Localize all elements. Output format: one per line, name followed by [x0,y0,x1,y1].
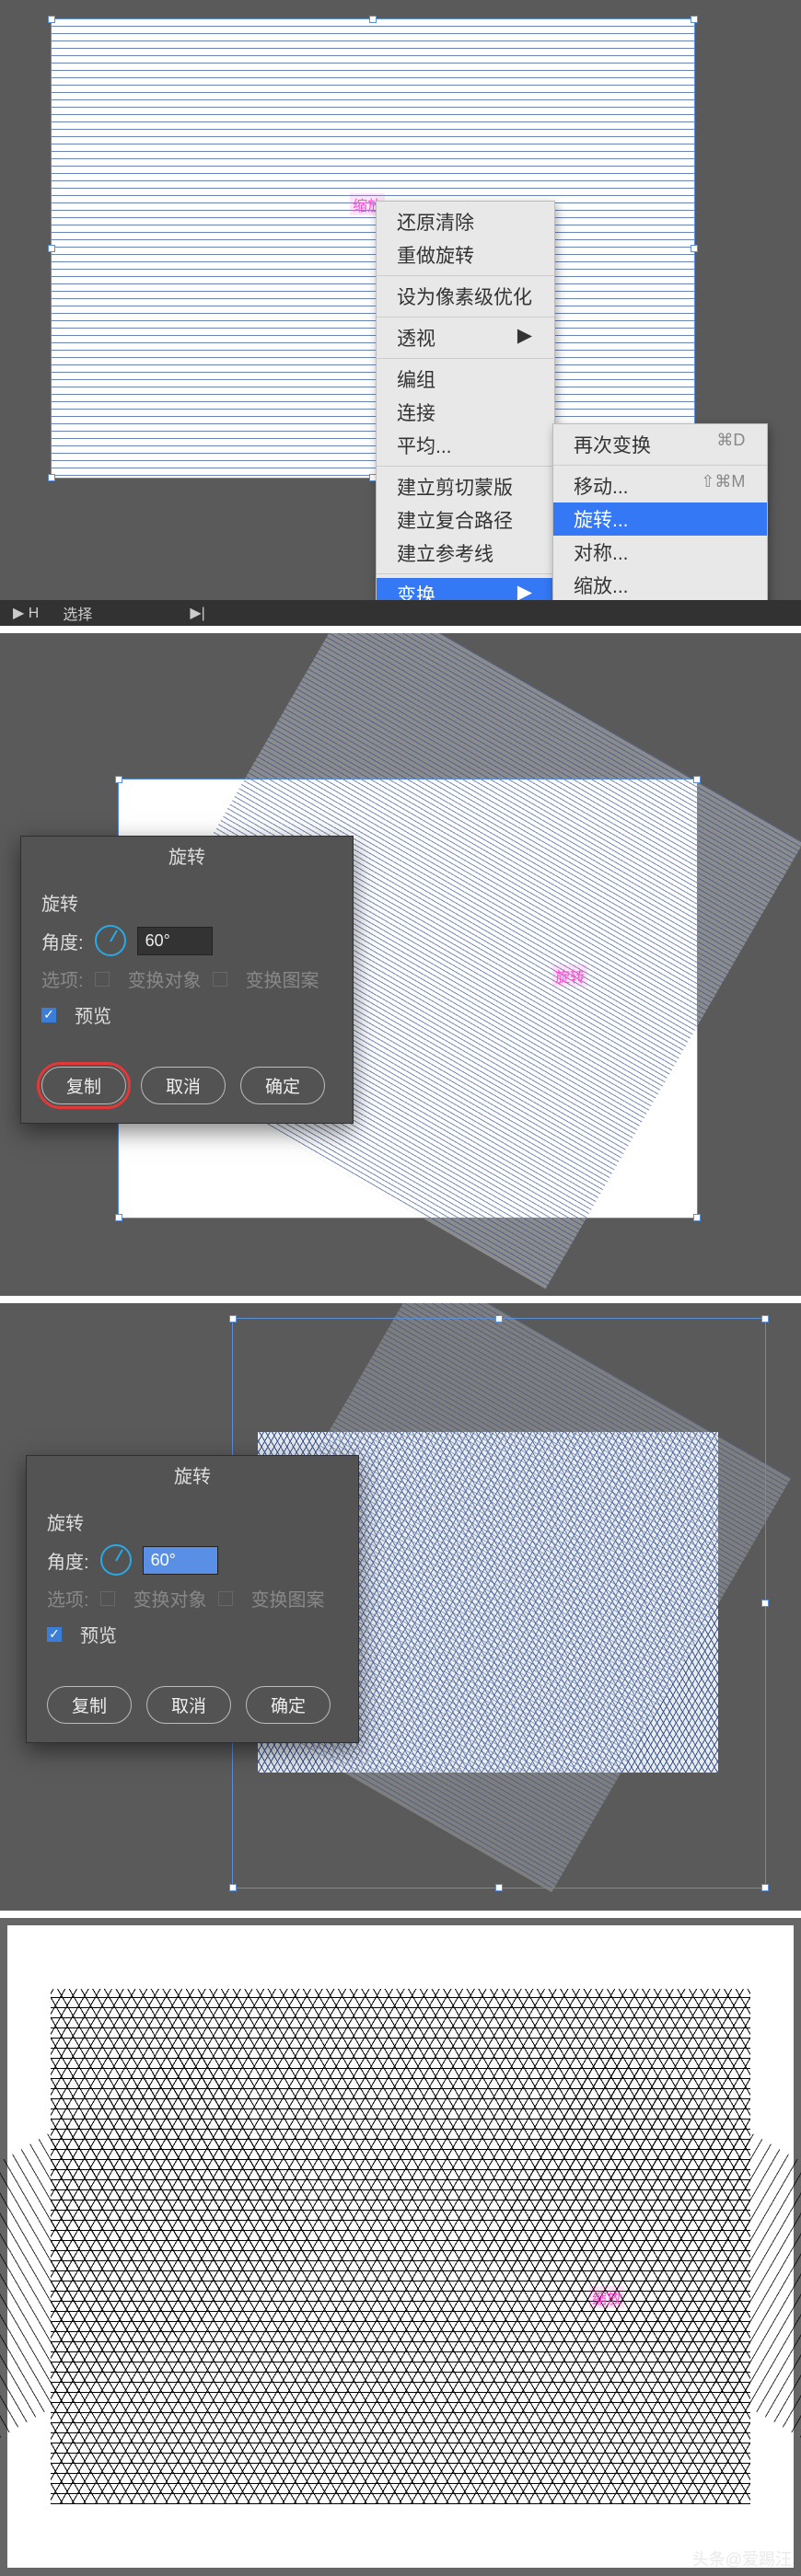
handle-icon[interactable] [48,474,55,481]
handle-icon[interactable] [48,16,55,23]
handle-icon[interactable] [229,1315,237,1323]
screenshot-3: 旋转 旋转 角度: 选项: 变换对象 变换图案 ✓ 预览 复制 取消 确定 [0,1303,801,1911]
status-bar: ▶ H 选择 ▶| [0,600,801,626]
ok-button[interactable]: 确定 [240,1067,325,1104]
mi-rotate[interactable]: 旋转... [553,502,767,536]
mi-move[interactable]: 移动...⇧⌘M [553,469,767,502]
screenshot-1: 缩放 还原清除 重做旋转 设为像素级优化 透视▶ 编组 连接 平均... 建立剪… [0,0,801,626]
mi-transform-again[interactable]: 再次变换⌘D [553,428,767,461]
artboard [7,1925,794,2568]
handle-icon[interactable] [229,1884,237,1891]
handle-icon[interactable] [48,245,55,252]
mi-clip-mask[interactable]: 建立剪切蒙版 [377,470,554,503]
context-menu[interactable]: 还原清除 重做旋转 设为像素级优化 透视▶ 编组 连接 平均... 建立剪切蒙版… [376,201,555,626]
opt-transform-patterns: 变换图案 [246,965,319,992]
handle-icon[interactable] [761,1315,769,1323]
section-label: 旋转 [47,1508,338,1535]
copy-button[interactable]: 复制 [47,1686,132,1724]
angle-input[interactable] [143,1546,218,1575]
watermark: 头条@爱踢汪 [692,2547,792,2570]
cancel-button[interactable]: 取消 [141,1067,226,1104]
screenshot-4: 缩放 头条@爱踢汪 [0,1918,801,2576]
opt-transform-objects: 变换对象 [134,1585,207,1611]
dialog-title: 旋转 [27,1456,358,1494]
checkbox-icon [95,972,110,987]
angle-label: 角度: [47,1547,89,1574]
mi-pixel-optimize[interactable]: 设为像素级优化 [377,280,554,313]
ok-button[interactable]: 确定 [246,1686,331,1724]
angle-input[interactable] [137,927,213,955]
handle-icon[interactable] [761,1600,769,1607]
handle-icon[interactable] [495,1884,503,1891]
options-label: 选项: [41,965,84,992]
mi-scale[interactable]: 缩放... [553,569,767,602]
status-tool-label: 选择 [63,602,92,624]
checkbox-icon[interactable]: ✓ [47,1627,62,1642]
menu-separator [377,573,554,574]
mi-join[interactable]: 连接 [377,396,554,429]
selection-box[interactable] [51,18,695,479]
angle-label: 角度: [41,928,84,954]
options-label: 选项: [47,1585,89,1611]
preview-label[interactable]: 预览 [80,1621,117,1647]
angle-knob-icon[interactable] [100,1544,132,1576]
status-play[interactable]: ▶| [190,604,204,622]
rotate-dialog[interactable]: 旋转 旋转 角度: 选项: 变换对象 变换图案 ✓ 预览 复制 取消 确定 [20,836,354,1124]
transform-submenu[interactable]: 再次变换⌘D 移动...⇧⌘M 旋转... 对称... 缩放... 倾斜... … [552,423,768,626]
mi-guides[interactable]: 建立参考线 [377,537,554,570]
handle-icon[interactable] [115,1214,122,1221]
preview-label[interactable]: 预览 [75,1001,111,1028]
handle-icon[interactable] [691,245,698,252]
checkbox-icon [218,1591,233,1606]
mi-reflect[interactable]: 对称... [553,536,767,569]
dialog-title: 旋转 [21,837,353,874]
screenshot-2: 旋转 旋转 旋转 角度: 选项: 变换对象 变换图案 ✓ 预览 复制 取消 确定 [0,633,801,1296]
copy-button[interactable]: 复制 [41,1067,126,1104]
menu-separator [377,317,554,318]
opt-transform-objects: 变换对象 [128,965,202,992]
menu-separator [553,465,767,466]
checkbox-icon[interactable]: ✓ [41,1008,56,1022]
section-label: 旋转 [41,889,332,916]
mi-undo[interactable]: 还原清除 [377,205,554,238]
handle-icon[interactable] [369,16,377,23]
mi-average[interactable]: 平均... [377,429,554,462]
checkbox-icon [213,972,227,987]
mi-redo[interactable]: 重做旋转 [377,238,554,271]
status-mode[interactable]: ▶ H [13,604,39,622]
menu-separator [377,466,554,467]
mi-compound-path[interactable]: 建立复合路径 [377,503,554,537]
rotate-dialog[interactable]: 旋转 旋转 角度: 选项: 变换对象 变换图案 ✓ 预览 复制 取消 确定 [26,1455,359,1743]
menu-separator [377,358,554,359]
cancel-button[interactable]: 取消 [146,1686,231,1724]
handle-icon[interactable] [693,1214,701,1221]
cursor-label: 旋转 [552,965,587,987]
opt-transform-patterns: 变换图案 [251,1585,325,1611]
mi-perspective[interactable]: 透视▶ [377,321,554,354]
handle-icon[interactable] [115,776,122,783]
handle-icon[interactable] [693,776,701,783]
menu-separator [377,275,554,276]
mi-group[interactable]: 编组 [377,363,554,396]
handle-icon[interactable] [761,1884,769,1891]
handle-icon[interactable] [495,1315,503,1323]
handle-icon[interactable] [691,16,698,23]
cursor-label: 缩放 [589,2286,624,2308]
angle-knob-icon[interactable] [95,925,126,956]
checkbox-icon [100,1591,115,1606]
